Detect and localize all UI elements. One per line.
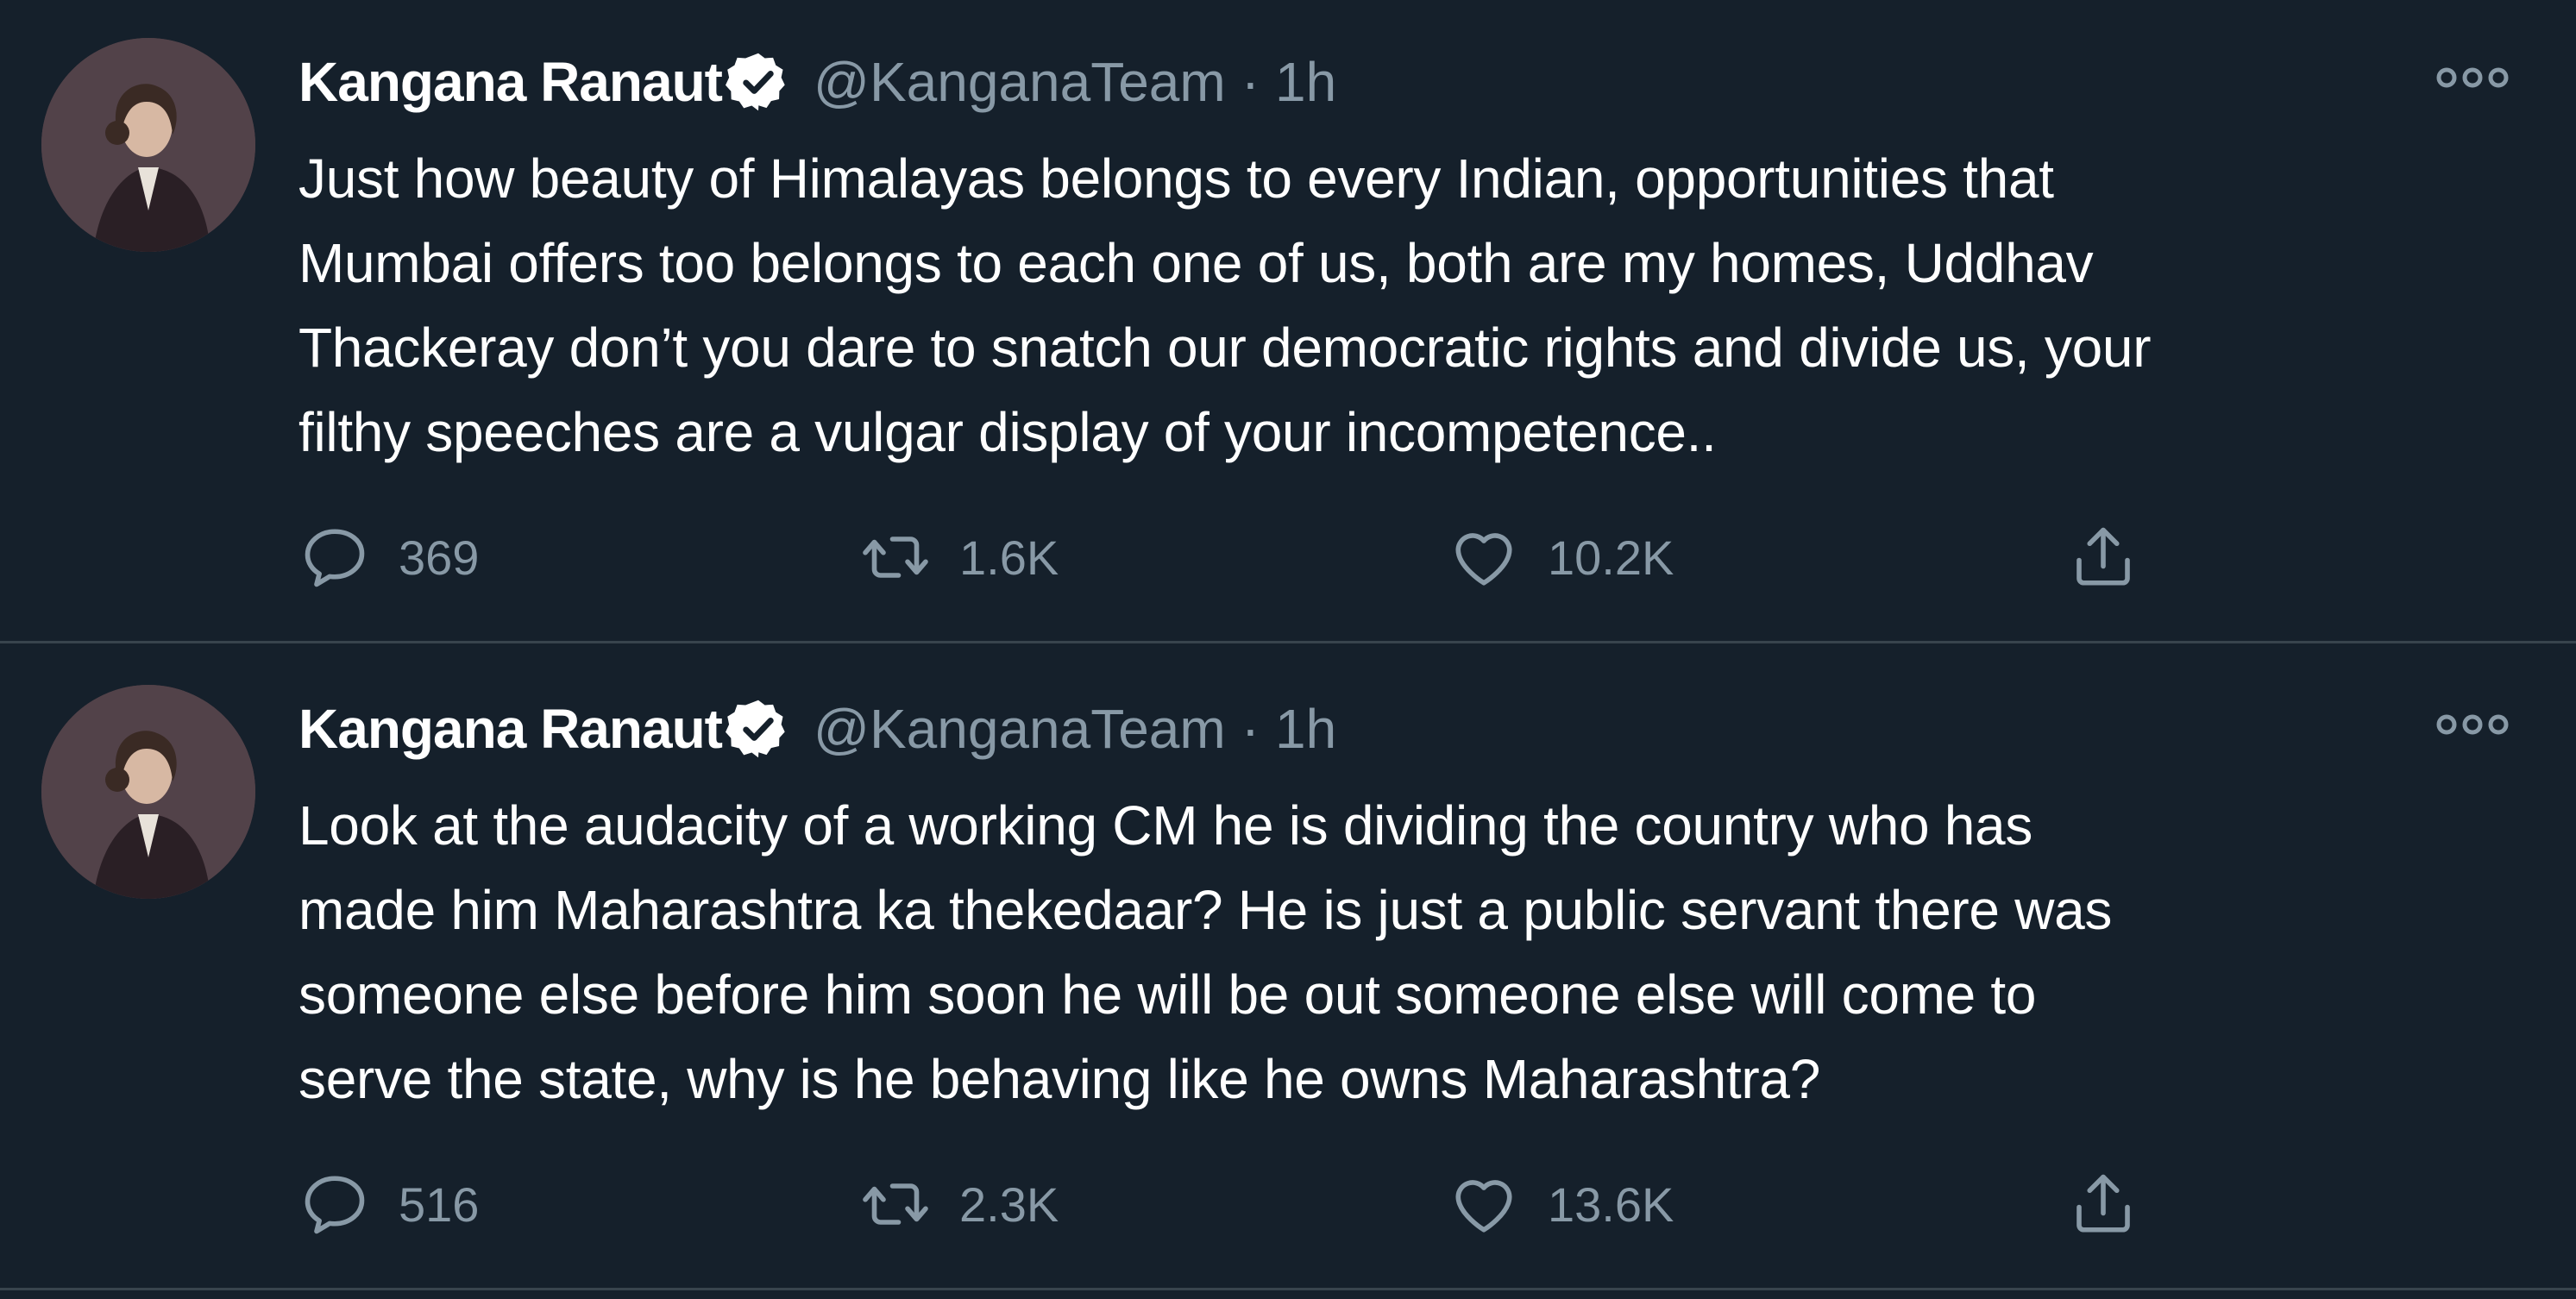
retweet-icon bbox=[863, 537, 928, 578]
avatar[interactable] bbox=[41, 685, 255, 899]
display-name[interactable]: Kangana Ranaut bbox=[298, 692, 723, 766]
avatar[interactable] bbox=[41, 38, 255, 252]
tweet-actions: 516 2.3K 13.6K bbox=[298, 1163, 2162, 1246]
reply-button[interactable]: 516 bbox=[298, 1163, 479, 1246]
verified-badge-icon bbox=[725, 49, 791, 115]
share-button[interactable] bbox=[2067, 516, 2167, 599]
user-handle[interactable]: @KanganaTeam bbox=[814, 692, 1226, 766]
share-icon bbox=[2077, 1174, 2130, 1233]
tweet-text: Just how beauty of Himalayas belongs to … bbox=[298, 147, 2152, 463]
reply-icon bbox=[305, 1176, 365, 1234]
heart-icon bbox=[1455, 1180, 1512, 1233]
retweet-button[interactable]: 1.6K bbox=[859, 516, 1059, 599]
tweet[interactable]: Kangana Ranaut @KanganaTeam · 1h Just ho… bbox=[0, 0, 2576, 643]
retweet-icon bbox=[863, 1183, 928, 1225]
tweet-actions: 369 1.6K 10.2K bbox=[298, 516, 2162, 599]
tweet-header: Kangana Ranaut @KanganaTeam · 1h bbox=[298, 692, 1336, 766]
like-count: 13.6K bbox=[1548, 1177, 1674, 1232]
more-options-icon[interactable] bbox=[2433, 707, 2512, 742]
timestamp[interactable]: 1h bbox=[1275, 692, 1336, 766]
display-name[interactable]: Kangana Ranaut bbox=[298, 45, 723, 119]
timestamp[interactable]: 1h bbox=[1275, 45, 1336, 119]
like-count: 10.2K bbox=[1548, 530, 1674, 585]
like-button[interactable]: 13.6K bbox=[1448, 1163, 1674, 1246]
like-button[interactable]: 10.2K bbox=[1448, 516, 1674, 599]
retweet-count: 1.6K bbox=[959, 530, 1059, 585]
avatar-photo-icon bbox=[41, 38, 255, 252]
tweet-text: Look at the audacity of a working CM he … bbox=[298, 794, 2113, 1110]
reply-count: 516 bbox=[399, 1177, 480, 1232]
user-handle[interactable]: @KanganaTeam bbox=[814, 45, 1226, 119]
separator-dot: · bbox=[1241, 698, 1260, 760]
retweet-button[interactable]: 2.3K bbox=[859, 1163, 1059, 1246]
reply-count: 369 bbox=[399, 530, 480, 585]
tweet-header: Kangana Ranaut @KanganaTeam · 1h bbox=[298, 45, 1336, 119]
reply-button[interactable]: 369 bbox=[298, 516, 479, 599]
heart-icon bbox=[1455, 533, 1512, 586]
avatar-photo-icon bbox=[41, 685, 255, 899]
share-button[interactable] bbox=[2067, 1163, 2167, 1246]
more-options-icon[interactable] bbox=[2433, 60, 2512, 95]
separator-dot: · bbox=[1241, 51, 1260, 113]
verified-badge-icon bbox=[725, 696, 791, 762]
share-icon bbox=[2077, 527, 2130, 586]
retweet-count: 2.3K bbox=[959, 1177, 1059, 1232]
tweet[interactable]: Kangana Ranaut @KanganaTeam · 1h Look at… bbox=[0, 647, 2576, 1290]
tweet-feed: Kangana Ranaut @KanganaTeam · 1h Just ho… bbox=[0, 0, 2576, 1299]
reply-icon bbox=[305, 529, 365, 587]
